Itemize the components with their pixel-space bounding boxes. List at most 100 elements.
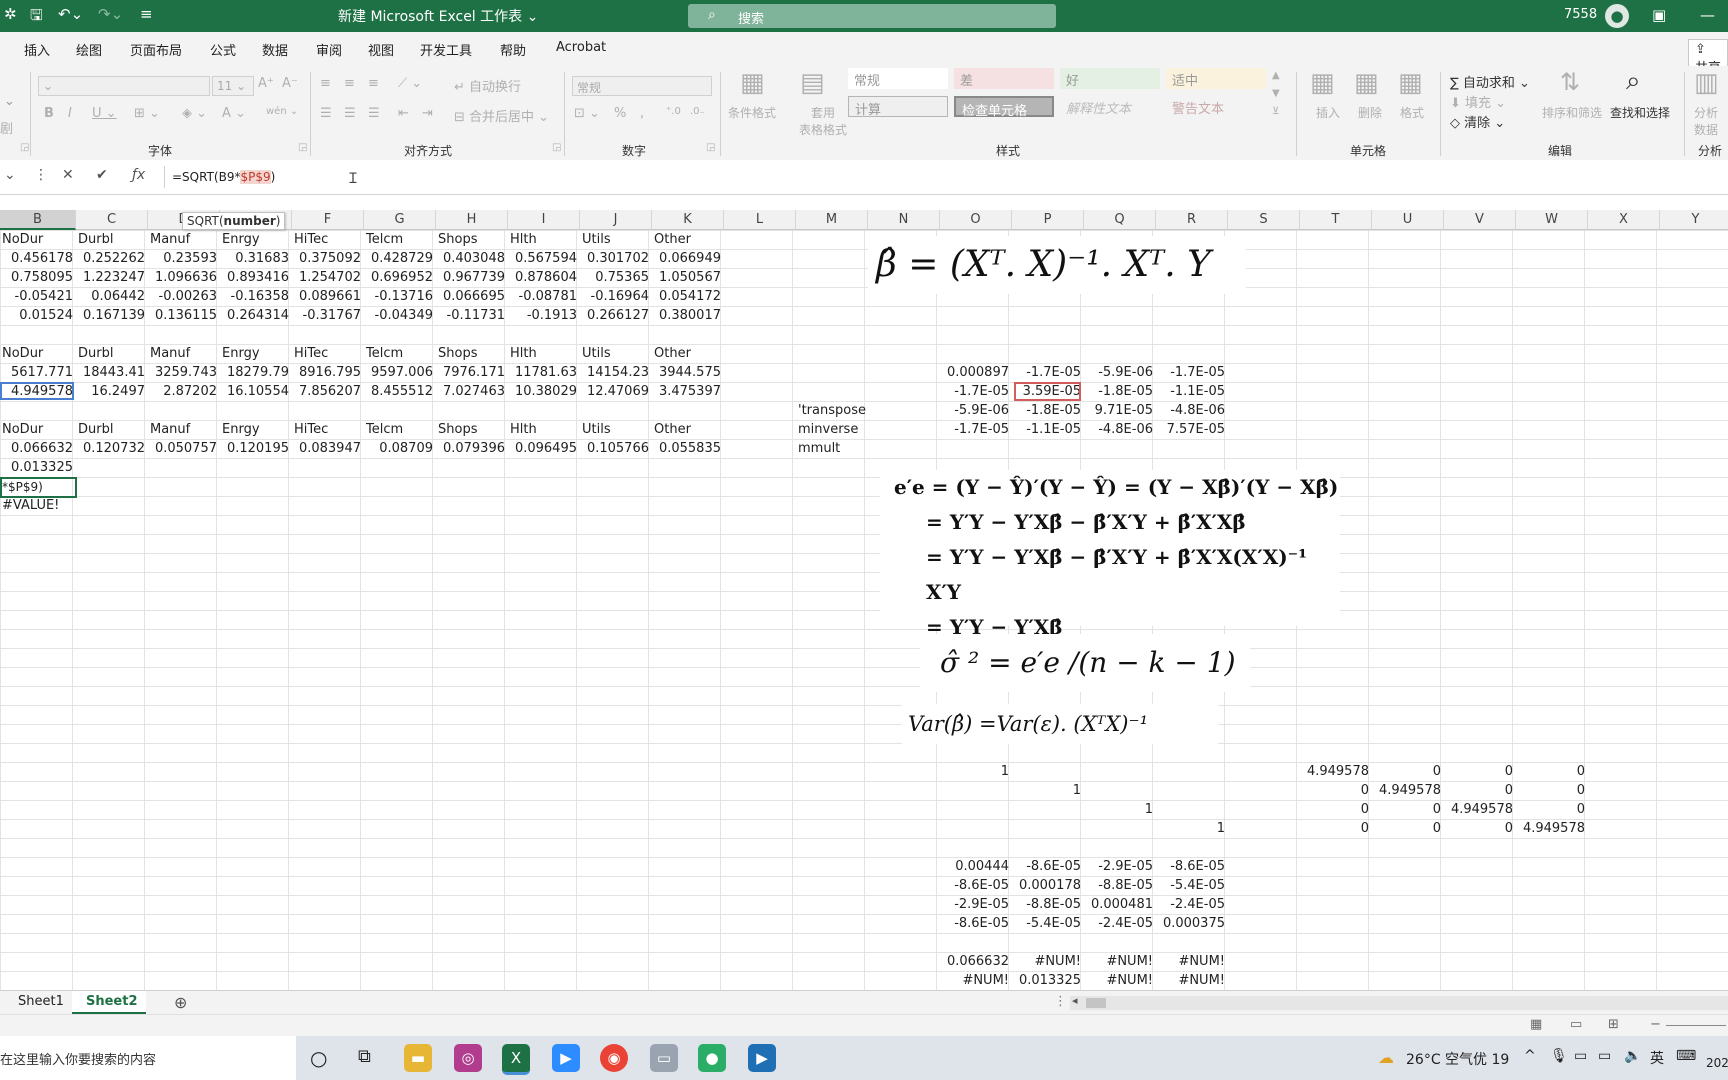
table-header[interactable]: Hlth <box>510 230 577 249</box>
column-header-q[interactable]: Q <box>1084 210 1156 230</box>
task-view-icon[interactable]: ⧉ <box>358 1046 371 1067</box>
keyboard-icon[interactable]: ⌨ <box>1676 1048 1696 1064</box>
data-cell[interactable]: 0.456178 <box>2 249 73 268</box>
data-cell[interactable]: 8916.795 <box>294 363 361 382</box>
customize-toolbar-icon[interactable]: ≡ <box>140 5 153 23</box>
data-cell[interactable]: 7.027463 <box>438 382 505 401</box>
folder-icon[interactable]: ▭ <box>650 1044 678 1072</box>
table-header[interactable]: NoDur <box>2 230 73 249</box>
matrix-cell[interactable]: -8.6E-05 <box>942 876 1009 895</box>
data-cell[interactable]: 0.23593 <box>150 249 217 268</box>
data-cell[interactable]: 14154.23 <box>582 363 649 382</box>
table-header[interactable]: HiTec <box>294 230 361 249</box>
horizontal-scrollbar[interactable]: ◂ <box>1070 994 1728 1010</box>
cortana-icon[interactable]: ○ <box>310 1046 327 1070</box>
column-header-k[interactable]: K <box>652 210 724 230</box>
data-cell[interactable]: 0.375092 <box>294 249 361 268</box>
cancel-icon[interactable]: ✕ <box>62 167 74 183</box>
data-cell[interactable]: 1.096636 <box>150 268 217 287</box>
weather-text[interactable]: 26°C 空气优 19 <box>1406 1049 1509 1069</box>
data-cell[interactable]: 0.264314 <box>222 306 289 325</box>
data-cell[interactable]: -0.13716 <box>366 287 433 306</box>
tab-developer[interactable]: 开发工具 <box>420 40 472 59</box>
table-header[interactable]: Manuf <box>150 420 217 439</box>
volume-icon[interactable]: 🔈 <box>1624 1048 1641 1064</box>
tab-view[interactable]: 视图 <box>368 40 394 59</box>
matrix-cell[interactable]: -8.6E-05 <box>1014 857 1081 876</box>
matrix-cell[interactable]: 4.949578 <box>1518 819 1585 838</box>
tab-review[interactable]: 审阅 <box>316 40 342 59</box>
data-cell[interactable]: 3259.743 <box>150 363 217 382</box>
data-cell[interactable]: 16.2497 <box>78 382 145 401</box>
save-icon[interactable]: 🖫 <box>30 5 43 30</box>
data-cell[interactable]: -0.31767 <box>294 306 361 325</box>
data-cell[interactable]: 11781.63 <box>510 363 577 382</box>
column-header-x[interactable]: X <box>1588 210 1660 230</box>
data-cell[interactable]: 1.254702 <box>294 268 361 287</box>
file-explorer-icon[interactable]: ▬ <box>404 1044 432 1072</box>
matrix-cell[interactable]: 0.000897 <box>942 363 1009 382</box>
matrix-cell[interactable]: -1.7E-05 <box>942 420 1009 439</box>
matrix-cell[interactable]: 7.57E-05 <box>1158 420 1225 439</box>
table-header[interactable]: Manuf <box>150 344 217 363</box>
table-header[interactable]: Telcm <box>366 230 433 249</box>
data-cell[interactable]: 0.066695 <box>438 287 505 306</box>
table-header[interactable]: Utils <box>582 344 649 363</box>
media-app-icon[interactable]: ▶ <box>748 1044 776 1072</box>
matrix-cell[interactable]: 0 <box>1518 800 1585 819</box>
matrix-cell[interactable]: #NUM! <box>1086 952 1153 971</box>
data-cell[interactable]: 9597.006 <box>366 363 433 382</box>
matrix-cell[interactable]: -8.8E-05 <box>1014 895 1081 914</box>
find-select-label[interactable]: 查找和选择 <box>1610 104 1670 121</box>
matrix-cell[interactable]: 0.013325 <box>1014 971 1081 990</box>
matrix-cell[interactable]: 0 <box>1374 800 1441 819</box>
column-header-g[interactable]: G <box>364 210 436 230</box>
column-header-j[interactable]: J <box>580 210 652 230</box>
matrix-cell[interactable]: 0.000481 <box>1086 895 1153 914</box>
table-header[interactable]: HiTec <box>294 420 361 439</box>
table-header[interactable]: Other <box>654 420 721 439</box>
matrix-cell[interactable]: #NUM! <box>1158 971 1225 990</box>
clock[interactable]: 202 <box>1706 1056 1728 1070</box>
matrix-cell[interactable]: 1 <box>1086 800 1153 819</box>
matrix-cell[interactable]: 4.949578 <box>1446 800 1513 819</box>
matrix-cell[interactable]: 0 <box>1374 819 1441 838</box>
insert-function-icon[interactable]: ƒx <box>132 167 145 183</box>
column-header-f[interactable]: F <box>292 210 364 230</box>
matrix-cell[interactable]: 0.000375 <box>1158 914 1225 933</box>
data-cell[interactable]: -0.04349 <box>366 306 433 325</box>
data-cell[interactable]: -0.05421 <box>2 287 73 306</box>
normal-view-icon[interactable]: ▦ <box>1530 1017 1542 1032</box>
table-header[interactable]: Manuf <box>150 230 217 249</box>
excel-icon[interactable]: X <box>502 1044 530 1075</box>
table-header[interactable]: Utils <box>582 420 649 439</box>
zoom-out-icon[interactable]: − <box>1650 1017 1661 1032</box>
data-cell[interactable]: 0.01524 <box>2 306 73 325</box>
tab-page-layout[interactable]: 页面布局 <box>130 40 182 59</box>
matrix-cell[interactable]: -2.9E-05 <box>1086 857 1153 876</box>
data-cell[interactable]: 0.096495 <box>510 439 577 458</box>
matrix-cell[interactable]: -5.4E-05 <box>1014 914 1081 933</box>
data-cell[interactable]: 0.089661 <box>294 287 361 306</box>
enter-icon[interactable]: ✔ <box>96 167 108 183</box>
matrix-cell[interactable]: 0.000178 <box>1014 876 1081 895</box>
data-cell[interactable]: 0.055835 <box>654 439 721 458</box>
tab-insert[interactable]: 插入 <box>24 40 50 59</box>
data-cell[interactable]: 18443.41 <box>78 363 145 382</box>
avatar[interactable]: ● <box>1605 4 1629 28</box>
table-header[interactable]: Durbl <box>78 344 145 363</box>
matrix-cell[interactable]: 0.066632 <box>942 952 1009 971</box>
matrix-cell[interactable]: 0 <box>1518 781 1585 800</box>
add-sheet-icon[interactable]: ⊕ <box>174 993 187 1012</box>
data-cell[interactable]: 0.266127 <box>582 306 649 325</box>
name-box-dropdown-icon[interactable]: ⌄ <box>4 167 16 183</box>
spreadsheet-grid[interactable]: BCDEFGHIJKLMNOPQRSTUVWXY NoDurDurblManuf… <box>0 210 1728 990</box>
column-header-y[interactable]: Y <box>1660 210 1728 230</box>
microphone-icon[interactable]: 🎙 <box>1550 1048 1568 1064</box>
table-header[interactable]: HiTec <box>294 344 361 363</box>
data-cell[interactable]: 0.878604 <box>510 268 577 287</box>
matrix-cell[interactable]: 4.949578 <box>1302 762 1369 781</box>
data-cell[interactable]: 0.105766 <box>582 439 649 458</box>
sheet-tab-sheet2[interactable]: Sheet2 <box>86 994 138 1009</box>
tab-help[interactable]: 帮助 <box>500 40 526 59</box>
